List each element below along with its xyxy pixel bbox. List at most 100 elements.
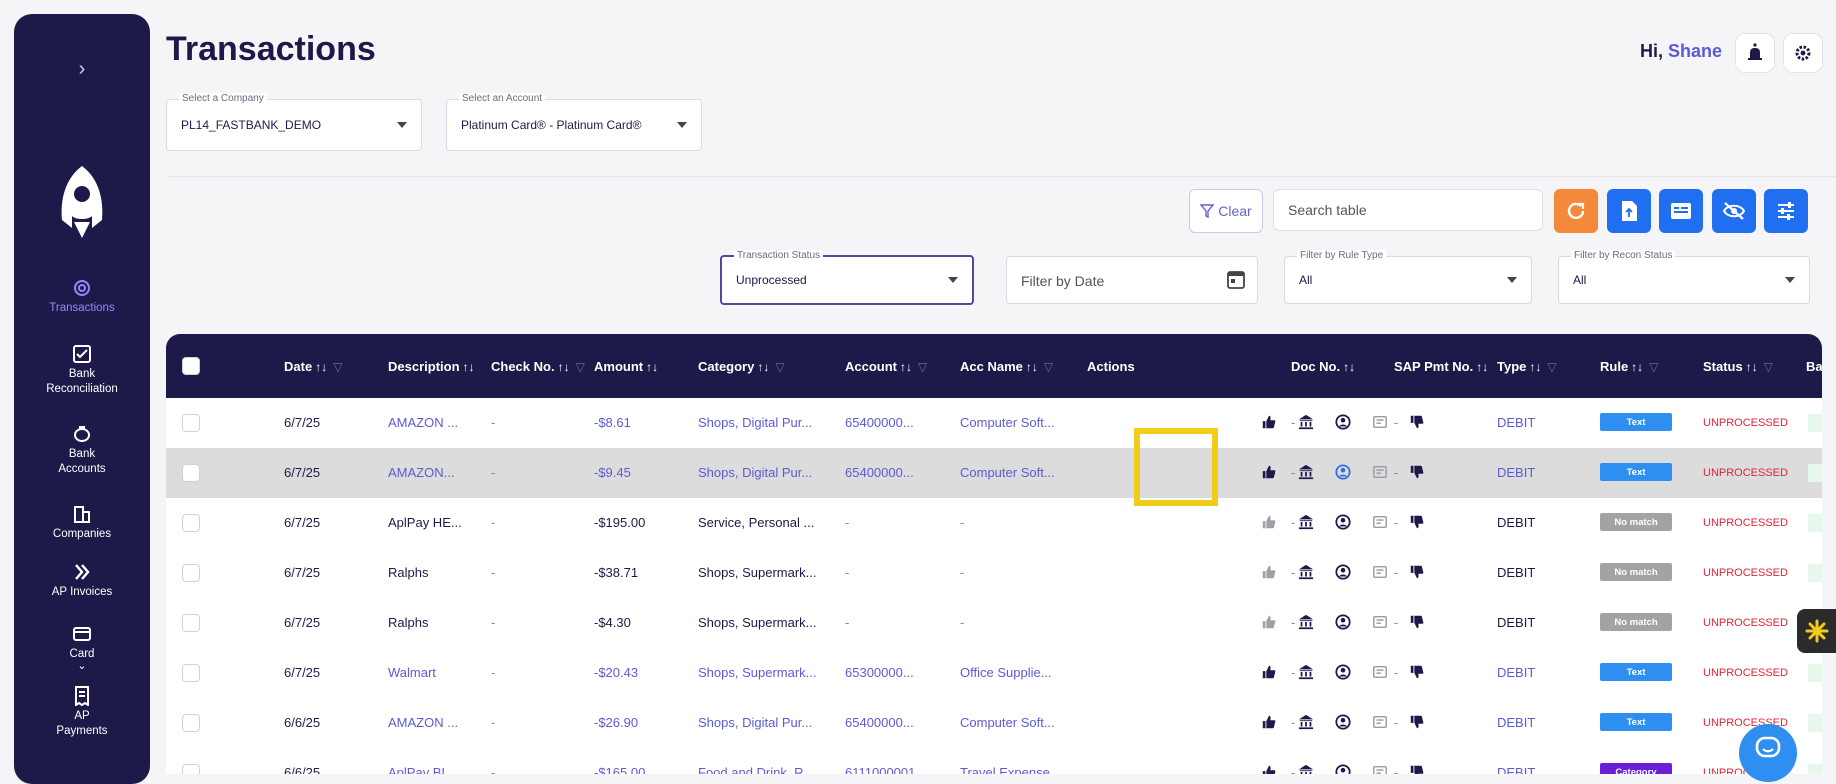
sort-icon[interactable]: ↑↓ [1529,360,1541,374]
user-circle-button[interactable] [1334,563,1352,581]
document-button[interactable] [1371,563,1389,581]
column-header-actions[interactable]: Actions [1087,359,1135,374]
document-button[interactable] [1371,463,1389,481]
row-checkbox[interactable] [182,664,200,682]
table-row[interactable]: 6/7/25 AMAZON ... - -$8.61 Shops, Digital Pu… [166,398,1822,449]
hide-columns-button[interactable] [1712,189,1756,233]
approve-thumbs-up-button[interactable] [1260,463,1278,481]
select-all-checkbox[interactable] [182,357,200,375]
table-row[interactable]: 6/7/25 AMAZON... - -$9.45 Shops, Digital Pur… [166,448,1822,499]
bank-button[interactable] [1297,713,1315,731]
upload-button[interactable] [1607,189,1651,233]
document-button[interactable] [1371,763,1389,774]
user-circle-button[interactable] [1334,613,1352,631]
reject-thumbs-down-button[interactable] [1408,713,1426,731]
sort-icon[interactable]: ↑↓ [900,360,912,374]
bank-button[interactable] [1297,413,1315,431]
rule-type-select[interactable]: Filter by Rule Type All [1284,250,1532,304]
column-header-category[interactable]: Category ↑↓ ▽ [698,359,785,374]
date-filter[interactable]: Filter by Date [1006,256,1258,304]
sort-icon[interactable]: ↑↓ [757,360,769,374]
recon-status-select[interactable]: Filter by Recon Status All [1558,250,1810,304]
document-button[interactable] [1371,513,1389,531]
cell-acc-name[interactable]: Computer Soft... [960,415,1055,430]
column-header-type[interactable]: Type ↑↓ ▽ [1497,359,1557,374]
column-header-rule[interactable]: Rule ↑↓ ▽ [1600,359,1658,374]
cell-description[interactable]: AMAZON... [388,465,454,480]
reject-thumbs-down-button[interactable] [1408,463,1426,481]
document-button[interactable] [1371,663,1389,681]
user-name[interactable]: Shane [1668,41,1722,61]
cell-description[interactable]: AMAZON ... [388,715,458,730]
column-filter-icon[interactable]: ▽ [918,360,927,374]
user-circle-button[interactable] [1334,713,1352,731]
reject-thumbs-down-button[interactable] [1408,613,1426,631]
sort-icon[interactable]: ↑↓ [1631,360,1643,374]
sort-icon[interactable]: ↑↓ [1476,360,1488,374]
sidebar-item-companies[interactable]: Companies [14,504,150,542]
column-header-doc-no[interactable]: Doc No. ↑↓ [1291,359,1355,374]
user-circle-button[interactable] [1334,763,1352,774]
column-filter-icon[interactable]: ▽ [775,360,784,374]
reject-thumbs-down-button[interactable] [1408,663,1426,681]
bank-button[interactable] [1297,563,1315,581]
chevron-down-icon[interactable]: ⌄ [14,661,150,672]
document-button[interactable] [1371,613,1389,631]
sort-icon[interactable]: ↑↓ [463,360,475,374]
cell-account[interactable]: 65400000... [845,415,914,430]
account-select[interactable]: Select an Account Platinum Card® - Plati… [446,93,702,151]
cell-account[interactable]: 65400000... [845,465,914,480]
table-row[interactable]: 6/6/25 AplPay BL... - -$165.00 Food and Drin… [166,748,1822,774]
row-checkbox[interactable] [182,514,200,532]
column-settings-button[interactable] [1764,189,1808,233]
sort-icon[interactable]: ↑↓ [1746,360,1758,374]
user-circle-button[interactable] [1334,463,1352,481]
column-header-status[interactable]: Status ↑↓ ▽ [1703,359,1773,374]
sidebar-expand-chevron-icon[interactable]: › [70,54,94,84]
cell-acc-name[interactable]: Computer Soft... [960,715,1055,730]
row-checkbox[interactable] [182,414,200,432]
row-checkbox[interactable] [182,714,200,732]
table-row[interactable]: 6/7/25 Ralphs - -$38.71 Shops, Supermark... -… [166,548,1822,599]
cell-description[interactable]: AplPay BL... [388,765,460,774]
sidebar-item-ap-payments[interactable]: AP Payments [14,686,150,739]
refresh-button[interactable] [1554,189,1598,233]
column-header-check-no[interactable]: Check No. ↑↓ ▽ [491,359,585,374]
row-checkbox[interactable] [182,564,200,582]
approve-thumbs-up-button[interactable] [1260,763,1278,774]
sidebar-item-bank-accounts[interactable]: Bank Accounts [14,424,150,477]
reject-thumbs-down-button[interactable] [1408,413,1426,431]
column-header-account[interactable]: Account ↑↓ ▽ [845,359,927,374]
bank-button[interactable] [1297,513,1315,531]
column-header-sap-pmt-no[interactable]: SAP Pmt No. ↑↓ [1394,359,1488,374]
column-header-acc-name[interactable]: Acc Name ↑↓ ▽ [960,359,1053,374]
reject-thumbs-down-button[interactable] [1408,513,1426,531]
cell-description[interactable]: Walmart [388,665,436,680]
cell-account[interactable]: 65300000... [845,665,914,680]
cell-account[interactable]: 6111000001 [845,765,915,774]
clear-filters-button[interactable]: Clear [1189,189,1263,233]
table-row[interactable]: 6/7/25 AplPay HE... - -$195.00 Service, Pers… [166,498,1822,549]
chat-support-button[interactable] [1739,724,1797,782]
sidebar-item-ap-invoices[interactable]: AP Invoices [14,562,150,600]
bank-button[interactable] [1297,613,1315,631]
reject-thumbs-down-button[interactable] [1408,763,1426,774]
table-row[interactable]: 6/6/25 AMAZON ... - -$26.90 Shops, Digital P… [166,698,1822,749]
document-button[interactable] [1371,413,1389,431]
user-circle-button[interactable] [1334,413,1352,431]
sidebar-item-transactions[interactable]: Transactions [14,278,150,316]
table-row[interactable]: 6/7/25 Ralphs - -$4.30 Shops, Supermark... - -… [166,598,1822,649]
cell-acc-name[interactable]: Travel Expense... [960,765,1061,774]
column-filter-icon[interactable]: ▽ [1044,360,1053,374]
column-filter-icon[interactable]: ▽ [333,360,342,374]
sidebar-item-bank-reconciliation[interactable]: Bank Reconciliation [14,344,150,397]
approve-thumbs-up-button[interactable] [1260,563,1278,581]
user-circle-button[interactable] [1334,513,1352,531]
approve-thumbs-up-button[interactable] [1260,713,1278,731]
column-filter-icon[interactable]: ▽ [1764,360,1773,374]
approve-thumbs-up-button[interactable] [1260,413,1278,431]
sidebar-item-card[interactable]: Card ⌄ [14,624,150,672]
cell-acc-name[interactable]: Computer Soft... [960,465,1055,480]
cell-acc-name[interactable]: Office Supplie... [960,665,1052,680]
bank-button[interactable] [1297,463,1315,481]
